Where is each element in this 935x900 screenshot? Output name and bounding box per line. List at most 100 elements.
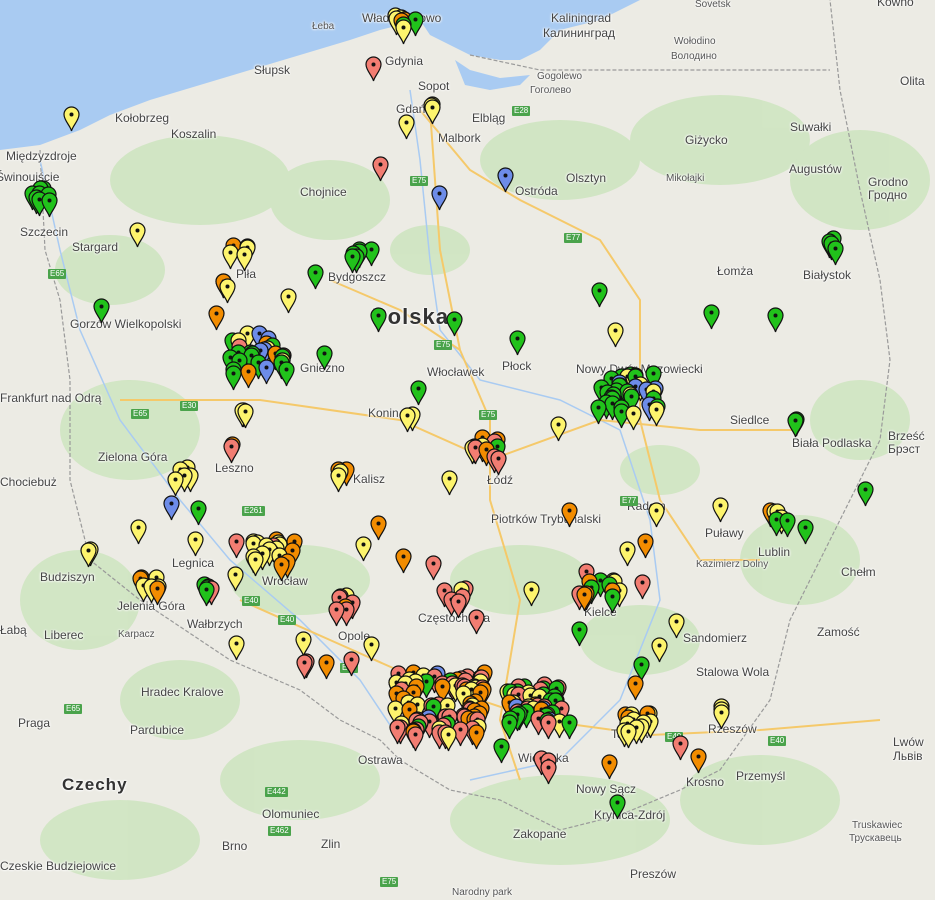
red-map-marker-icon[interactable] xyxy=(425,555,442,581)
red-map-marker-icon[interactable] xyxy=(672,734,689,761)
yellow-map-marker-icon[interactable] xyxy=(167,471,184,497)
orange-map-marker-icon[interactable] xyxy=(561,502,578,528)
yellow-map-marker-icon[interactable] xyxy=(228,635,245,661)
green-map-marker-icon[interactable] xyxy=(410,380,428,406)
yellow-map-marker-icon[interactable] xyxy=(187,531,205,557)
yellow-map-marker-icon[interactable] xyxy=(363,636,381,662)
yellow-map-marker-icon[interactable] xyxy=(129,222,146,248)
green-map-marker-icon[interactable] xyxy=(571,621,588,647)
red-map-marker-icon[interactable] xyxy=(223,438,240,464)
yellow-map-marker-icon[interactable] xyxy=(712,497,729,523)
yellow-map-marker-icon[interactable] xyxy=(280,288,297,314)
city-label: Zielona Góra xyxy=(98,450,168,464)
orange-map-marker-icon[interactable] xyxy=(689,748,707,774)
green-map-marker-icon[interactable] xyxy=(41,192,58,218)
yellow-map-marker-icon[interactable] xyxy=(399,407,416,433)
orange-map-marker-icon[interactable] xyxy=(370,515,387,541)
orange-map-marker-icon[interactable] xyxy=(318,654,335,680)
yellow-map-marker-icon[interactable] xyxy=(219,278,236,304)
yellow-map-marker-icon[interactable] xyxy=(441,470,458,496)
yellow-map-marker-icon[interactable] xyxy=(398,114,415,140)
orange-map-marker-icon[interactable] xyxy=(468,724,486,750)
green-map-marker-icon[interactable] xyxy=(446,311,464,337)
yellow-map-marker-icon[interactable] xyxy=(668,613,686,639)
yellow-map-marker-icon[interactable] xyxy=(713,704,730,730)
yellow-map-marker-icon[interactable] xyxy=(607,322,624,348)
yellow-map-marker-icon[interactable] xyxy=(648,502,665,528)
green-map-marker-icon[interactable] xyxy=(591,282,608,308)
green-map-marker-icon[interactable] xyxy=(307,264,324,290)
yellow-map-marker-icon[interactable] xyxy=(80,542,97,568)
yellow-map-marker-icon[interactable] xyxy=(227,566,244,592)
yellow-map-marker-icon[interactable] xyxy=(237,403,254,429)
red-map-marker-icon[interactable] xyxy=(468,609,485,635)
orange-map-marker-icon[interactable] xyxy=(240,363,257,389)
orange-map-marker-icon[interactable] xyxy=(601,754,618,780)
green-map-marker-icon[interactable] xyxy=(609,794,626,820)
city-label: Ostróda xyxy=(515,184,558,198)
red-map-marker-icon[interactable] xyxy=(489,450,507,476)
green-map-marker-icon[interactable] xyxy=(344,248,361,274)
orange-map-marker-icon[interactable] xyxy=(207,305,225,331)
red-map-marker-icon[interactable] xyxy=(389,719,406,745)
red-map-marker-icon[interactable] xyxy=(540,759,557,785)
green-map-marker-icon[interactable] xyxy=(316,345,333,371)
yellow-map-marker-icon[interactable] xyxy=(549,416,567,442)
yellow-map-marker-icon[interactable] xyxy=(440,726,457,752)
green-map-marker-icon[interactable] xyxy=(561,714,578,740)
yellow-map-marker-icon[interactable] xyxy=(651,637,668,663)
red-map-marker-icon[interactable] xyxy=(228,533,245,559)
red-map-marker-icon[interactable] xyxy=(372,156,389,182)
green-map-marker-icon[interactable] xyxy=(857,481,874,507)
green-map-marker-icon[interactable] xyxy=(501,714,518,740)
blue-map-marker-icon[interactable] xyxy=(258,359,275,385)
yellow-map-marker-icon[interactable] xyxy=(618,541,636,567)
yellow-map-marker-icon[interactable] xyxy=(330,467,347,493)
yellow-map-marker-icon[interactable] xyxy=(247,551,264,577)
red-map-marker-icon[interactable] xyxy=(540,714,557,740)
orange-map-marker-icon[interactable] xyxy=(576,586,593,612)
red-map-marker-icon[interactable] xyxy=(328,601,345,627)
orange-map-marker-icon[interactable] xyxy=(149,580,166,606)
yellow-map-marker-icon[interactable] xyxy=(130,519,147,545)
green-map-marker-icon[interactable] xyxy=(198,581,215,607)
green-map-marker-icon[interactable] xyxy=(224,365,242,391)
yellow-map-marker-icon[interactable] xyxy=(620,723,637,749)
green-map-marker-icon[interactable] xyxy=(767,307,784,333)
blue-map-marker-icon[interactable] xyxy=(163,495,180,521)
yellow-map-marker-icon[interactable] xyxy=(395,19,412,45)
green-map-marker-icon[interactable] xyxy=(590,399,607,425)
green-map-marker-icon[interactable] xyxy=(787,412,804,438)
blue-map-marker-icon[interactable] xyxy=(497,167,514,193)
orange-map-marker-icon[interactable] xyxy=(627,675,644,701)
red-map-marker-icon[interactable] xyxy=(343,651,360,677)
map-canvas[interactable]: PolskaCzechySovetskKownoWładysławowoKali… xyxy=(0,0,935,900)
green-map-marker-icon[interactable] xyxy=(778,512,796,538)
yellow-map-marker-icon[interactable] xyxy=(63,106,80,132)
yellow-map-marker-icon[interactable] xyxy=(523,581,540,607)
blue-map-marker-icon[interactable] xyxy=(430,185,448,211)
orange-map-marker-icon[interactable] xyxy=(637,533,654,559)
yellow-map-marker-icon[interactable] xyxy=(236,246,253,272)
red-map-marker-icon[interactable] xyxy=(634,574,651,600)
red-map-marker-icon[interactable] xyxy=(450,593,467,619)
yellow-map-marker-icon[interactable] xyxy=(648,401,665,427)
yellow-map-marker-icon[interactable] xyxy=(354,536,372,562)
green-map-marker-icon[interactable] xyxy=(604,588,621,614)
yellow-map-marker-icon[interactable] xyxy=(423,99,441,125)
green-map-marker-icon[interactable] xyxy=(797,519,814,545)
orange-map-marker-icon[interactable] xyxy=(395,548,412,574)
green-map-marker-icon[interactable] xyxy=(508,330,526,356)
yellow-map-marker-icon[interactable] xyxy=(625,404,642,431)
green-map-marker-icon[interactable] xyxy=(827,240,845,266)
red-map-marker-icon[interactable] xyxy=(296,654,313,680)
green-map-marker-icon[interactable] xyxy=(370,307,387,333)
green-map-marker-icon[interactable] xyxy=(190,500,207,526)
red-map-marker-icon[interactable] xyxy=(365,56,382,82)
red-map-marker-icon[interactable] xyxy=(407,726,424,752)
orange-map-marker-icon[interactable] xyxy=(273,556,290,582)
green-map-marker-icon[interactable] xyxy=(93,298,110,324)
green-map-marker-icon[interactable] xyxy=(493,738,510,764)
green-map-marker-icon[interactable] xyxy=(703,304,720,330)
green-map-marker-icon[interactable] xyxy=(278,361,295,387)
